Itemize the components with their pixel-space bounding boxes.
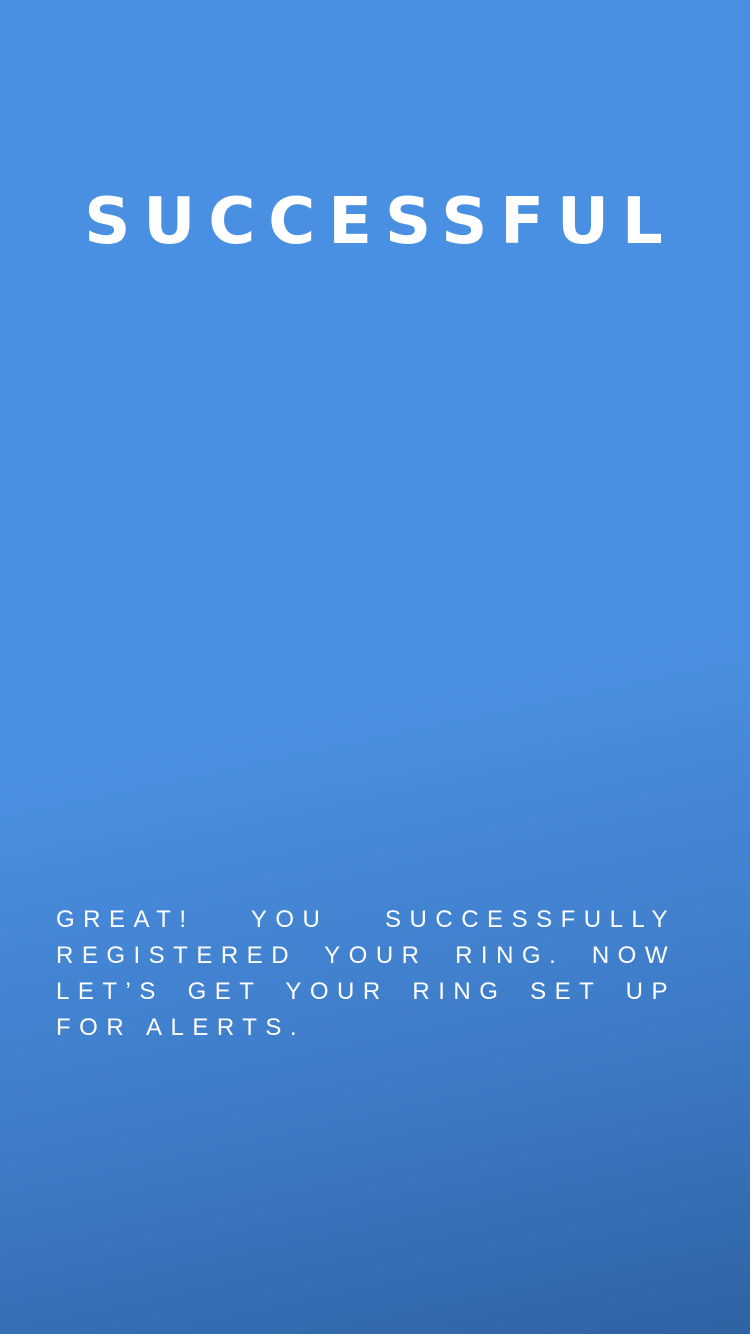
- success-screen: SUCCESSFUL GREAT! YOU SUCCESSFULLY REGIS…: [0, 0, 750, 1334]
- success-message: GREAT! YOU SUCCESSFULLY REGISTERED YOUR …: [56, 906, 676, 1041]
- page-title: SUCCESSFUL: [84, 185, 676, 259]
